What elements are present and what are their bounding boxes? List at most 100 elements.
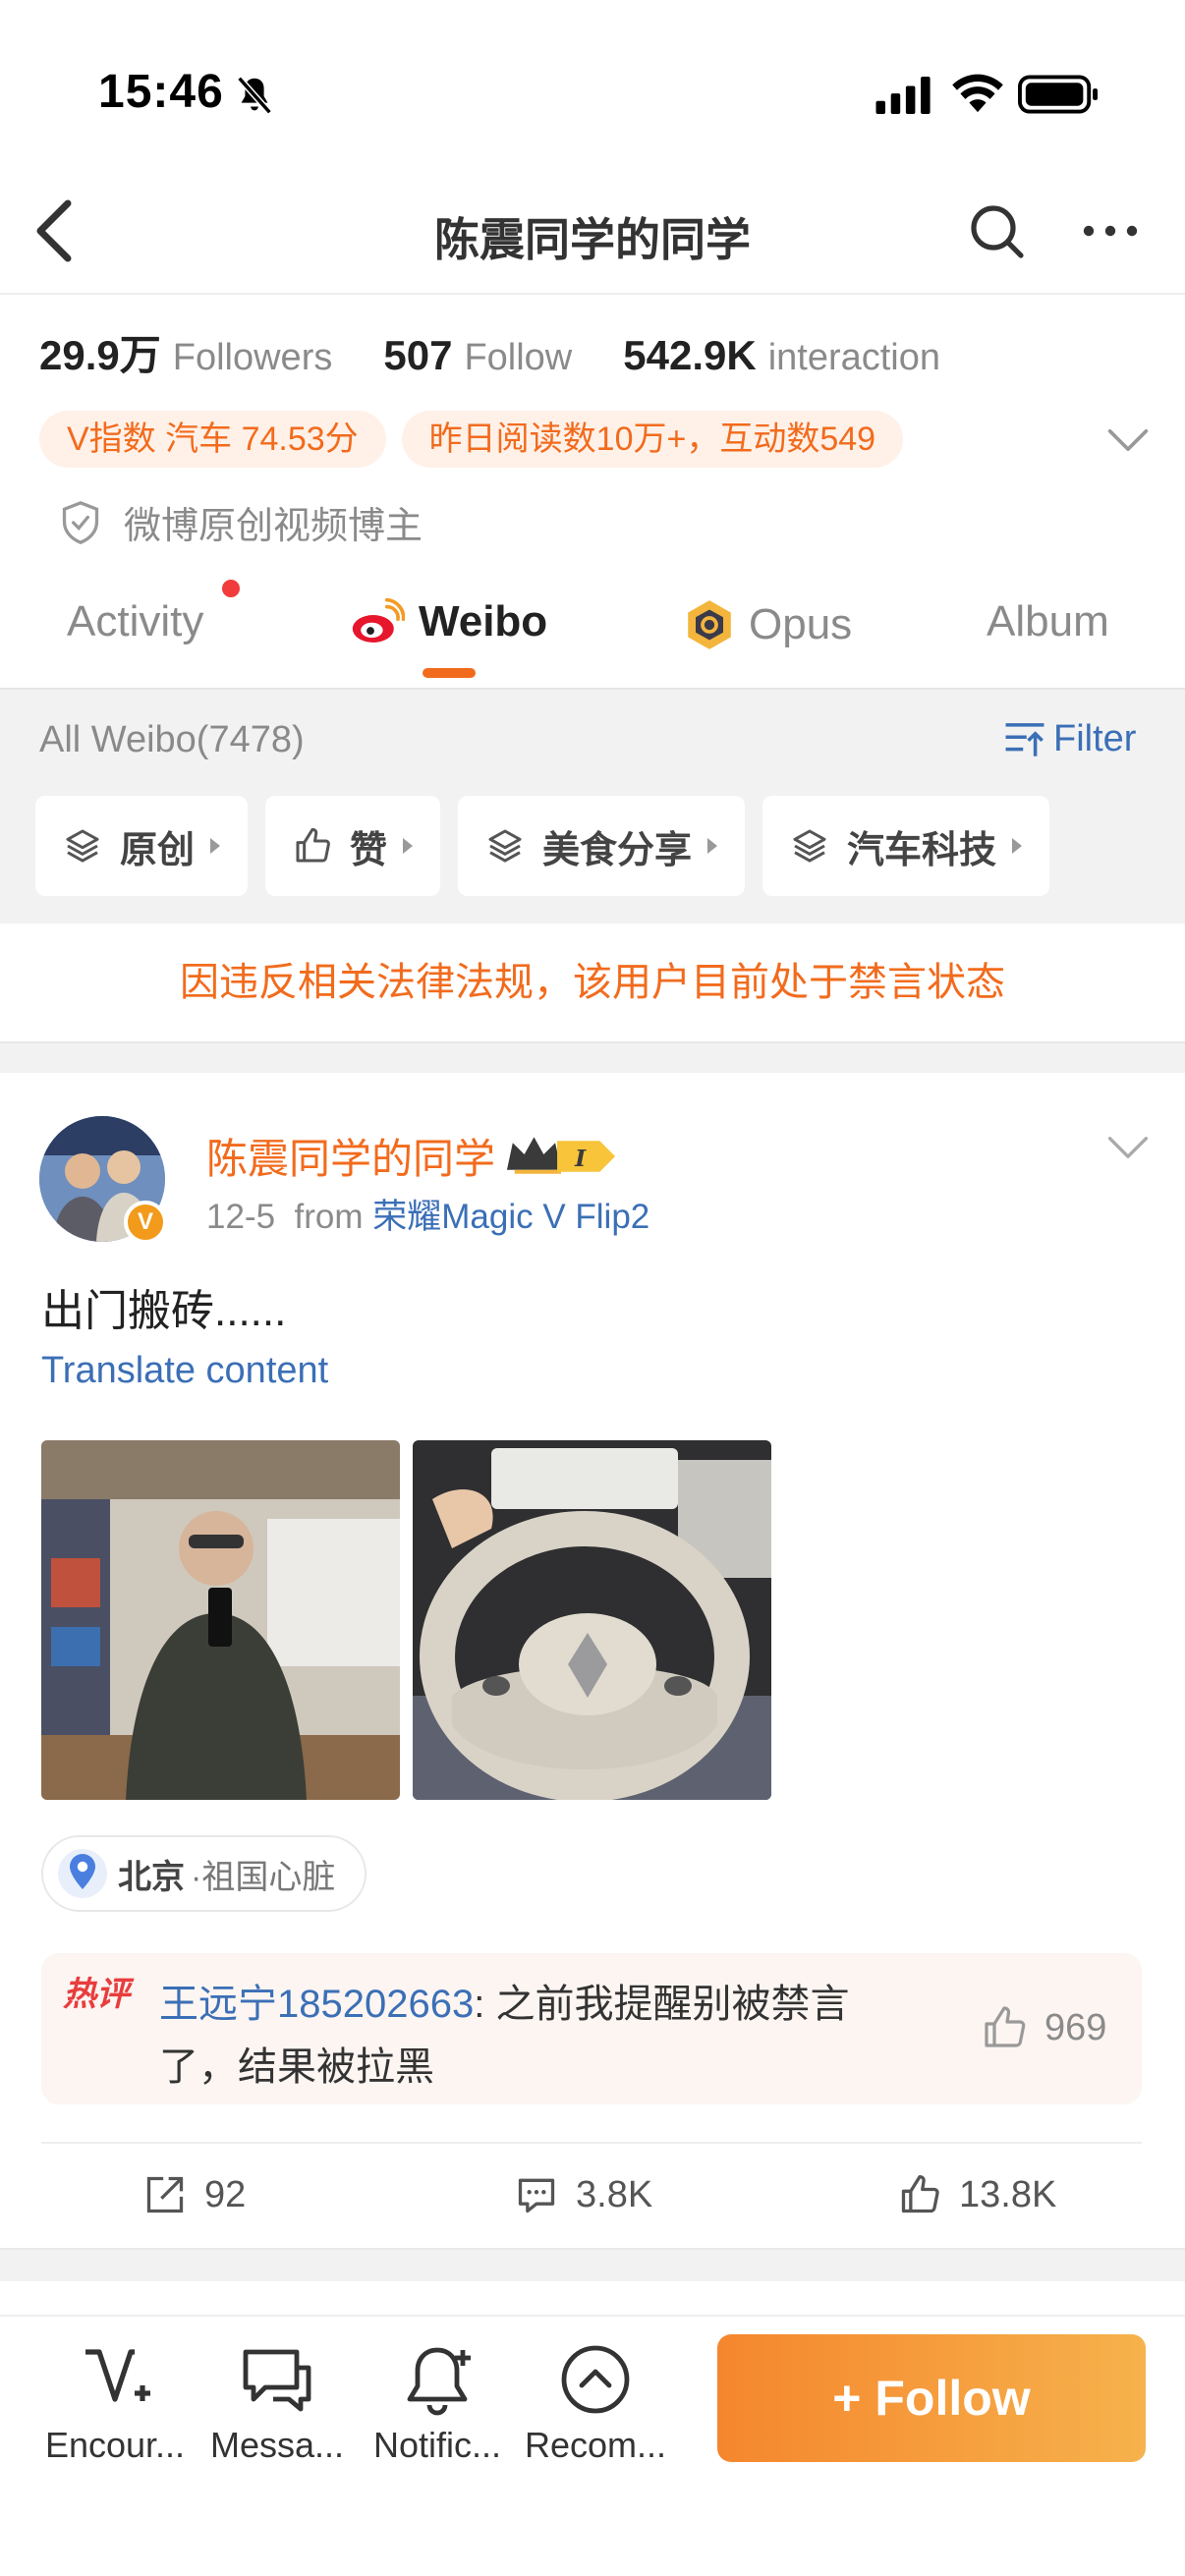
selfie-photo [41,1440,400,1800]
stat-follow[interactable]: 507 Follow [383,332,572,379]
chip-label: 汽车科技 [847,829,997,871]
post-meta: 12-5 from 荣耀Magic V Flip2 [206,1189,649,1239]
all-weibo-count: All Weibo(7478) [39,719,305,760]
stat-interaction[interactable]: 542.9K interaction [623,332,940,379]
chip-liked[interactable]: 赞 [265,796,441,896]
post-image-selfie[interactable] [41,1440,400,1800]
profile-tabs: Activity Weibo Opus Album [0,580,1185,688]
hot-comment-like-button[interactable]: 969 [980,2004,1106,2051]
message-button[interactable]: Messa... [198,2340,356,2466]
hot-comment-badge: 热评 [63,1976,130,2013]
chip-original[interactable]: 原创 [35,796,249,896]
stat-value: 507 [383,332,453,378]
category-chips: 原创 赞 美食分享 汽车科技 [35,796,1067,896]
repost-button[interactable]: 92 [143,2173,246,2216]
chevron-down-icon[interactable] [1105,1128,1151,1167]
stat-label: Followers [172,337,333,378]
nav-bar: 陈震同学的同学 [0,167,1185,295]
like-count: 13.8K [959,2173,1057,2215]
share-icon [146,2176,184,2213]
stat-followers[interactable]: 29.9万 Followers [39,322,332,382]
tab-label: Album [987,597,1109,645]
bottom-item-label: Encour... [44,2425,186,2465]
chip-label: 原创 [120,829,196,871]
post-image-steering-wheel[interactable] [413,1440,771,1800]
bottom-item-label: Messa... [209,2425,345,2465]
layers-icon [793,829,826,863]
chevron-down-icon[interactable] [1105,420,1151,460]
tab-opus[interactable]: Opus [682,597,852,652]
tab-activity[interactable]: Activity [67,597,203,646]
weibo-filter-section: All Weibo(7478) Filter 原创 赞 美食分享 汽车科技 [0,688,1185,924]
search-icon[interactable] [968,202,1027,261]
filter-label: Filter [1053,717,1137,759]
tab-weibo[interactable]: Weibo [350,597,547,646]
chip-arrow [1012,838,1023,854]
stat-label: Follow [464,337,573,378]
profile-stats: 29.9万 Followers 507 Follow 542.9K intera… [39,322,991,381]
chip-label: 美食分享 [542,829,693,871]
post-from: from [294,1198,364,1236]
hot-comment-like-count: 969 [1044,2006,1107,2048]
follow-button[interactable]: + Follow [717,2334,1146,2462]
verified-badge: V [124,1201,167,1244]
steering-wheel-photo [413,1440,771,1800]
chevron-up-circle-icon [561,2345,630,2414]
filter-button[interactable]: Filter [1002,717,1136,760]
opus-badge-icon [688,600,731,649]
status-bar: 15:46 [0,0,1185,167]
more-options-icon[interactable] [1081,206,1140,255]
tab-album[interactable]: Album [987,597,1109,646]
tab-label: Weibo [419,597,548,645]
verification-text: 微博原创视频博主 [124,506,423,547]
hot-comment-text: 王远宁185202663: 之前我提醒别被禁言了，结果被拉黑 [159,1973,926,2099]
bell-plus-icon [407,2347,471,2416]
location-pin-icon [58,1849,107,1898]
reads-tag[interactable]: 昨日阅读数10万+，互动数549 [401,411,904,468]
author-name: 陈震同学的同学 [206,1136,496,1182]
post-divider [41,2142,1142,2144]
comment-button[interactable]: 3.8K [515,2173,652,2216]
chip-arrow [403,838,414,854]
chip-food[interactable]: 美食分享 [458,796,746,896]
translate-link[interactable]: Translate content [41,1350,328,1392]
chip-auto-tech[interactable]: 汽车科技 [762,796,1050,896]
comment-count: 3.8K [576,2173,653,2215]
v-index-tag[interactable]: V指数 汽车 74.53分 [39,411,386,468]
notification-dot [222,580,240,597]
post-text: 出门搬砖...... [41,1287,287,1335]
verification-label: 微博原创视频博主 [59,495,423,549]
like-button[interactable]: 13.8K [898,2173,1056,2216]
chip-label: 赞 [350,829,388,871]
section-divider [0,1041,1185,1073]
wifi-icon [952,74,1003,113]
stat-value: 542.9K [623,332,757,378]
bottom-item-label: Notific... [372,2425,502,2465]
post-author[interactable]: 陈震同学的同学 I [206,1126,619,1186]
vip-crown-icon: I [506,1136,616,1174]
post-date: 12-5 [206,1198,276,1236]
layers-icon [66,829,99,863]
weibo-logo-icon [352,598,405,643]
chip-arrow [707,838,718,854]
thumbs-up-icon [901,2175,939,2213]
stat-value: 29.9万 [39,332,161,378]
encourage-button[interactable]: Encour... [36,2340,194,2466]
location-sub: ·祖国心脏 [191,1858,336,1896]
cellular-signal-icon [875,77,931,114]
location-tag[interactable]: 北京 ·祖国心脏 [41,1835,367,1912]
weibo-post: V 陈震同学的同学 I 12-5 from 荣耀Magic V Flip2 出门… [0,1073,1185,2248]
svg-text:I: I [574,1144,587,1171]
post-device[interactable]: 荣耀Magic V Flip2 [372,1198,649,1236]
active-tab-indicator [423,668,476,678]
hot-comment[interactable]: 热评 王远宁185202663: 之前我提醒别被禁言了，结果被拉黑 969 [41,1953,1142,2104]
chat-icon [243,2349,311,2412]
notification-button[interactable]: Notific... [359,2340,516,2466]
filter-icon [1005,723,1044,756]
thumbs-up-icon [985,2006,1026,2047]
bell-muted-icon [237,76,272,115]
layers-icon [488,829,522,863]
recommend-button[interactable]: Recom... [517,2340,674,2466]
hot-comment-user[interactable]: 王远宁185202663 [159,1983,474,2026]
chip-arrow [210,838,221,854]
